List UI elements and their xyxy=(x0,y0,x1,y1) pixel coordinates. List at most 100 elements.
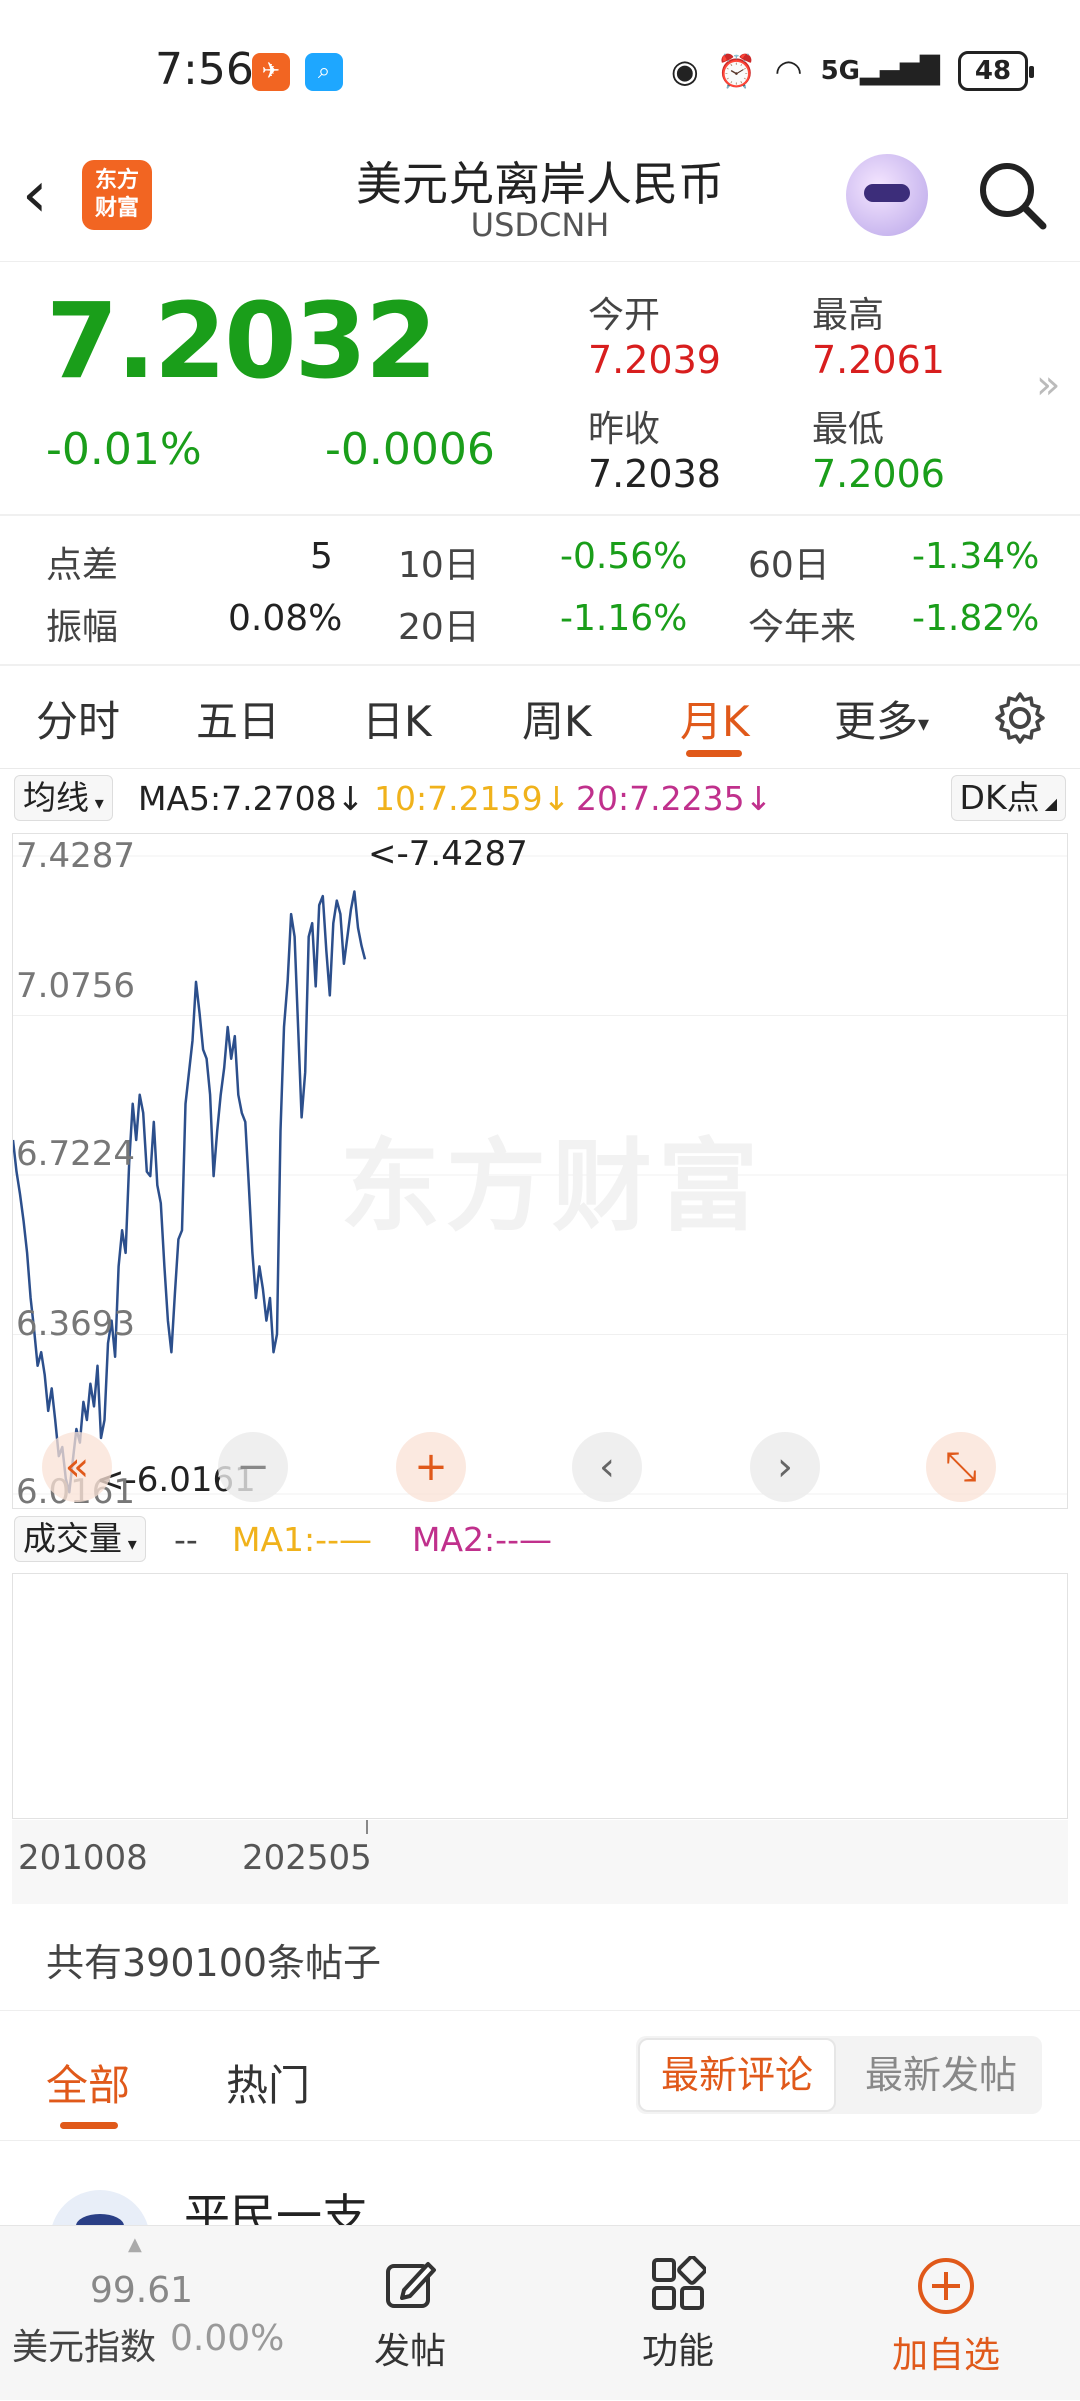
tab-daily-k[interactable]: 日K xyxy=(362,688,432,749)
battery-icon: 48 xyxy=(958,51,1034,91)
volume-legend: 成交量 ▾ -- MA1:--— MA2:--— xyxy=(14,1516,1066,1564)
grid-icon xyxy=(652,2255,707,2310)
ma-legend: 均线 ▾ MA5:7.2708↓ 10:7.2159↓ 20:7.2235↓ D… xyxy=(14,775,1066,823)
low-label: 最低 xyxy=(812,409,885,450)
sort-latest-post-button[interactable]: 最新发帖 xyxy=(846,2038,1036,2112)
dollar-index-widget[interactable]: ▲ 99.61 美元指数 0.00% xyxy=(0,2226,284,2401)
amplitude-label: 振幅 xyxy=(46,607,119,648)
volume-ma2: MA2:--— xyxy=(412,1520,552,1559)
index-name: 美元指数 xyxy=(12,2327,157,2368)
header: ‹ 东方 财富 美元兑离岸人民币 USDCNH xyxy=(0,140,1080,262)
wifi-icon: ◠ xyxy=(774,52,803,90)
ma10-value: 10:7.2159↓ xyxy=(374,779,571,818)
divider xyxy=(0,514,1080,516)
index-change: 0.00% xyxy=(170,2318,285,2359)
volume-chart[interactable] xyxy=(12,1573,1068,1819)
tab-intraday[interactable]: 分时 xyxy=(36,688,120,749)
ytd-value: -1.82% xyxy=(912,598,1040,639)
comment-tab-indicator xyxy=(60,2122,118,2129)
search-app-notification-icon: ⌕ xyxy=(305,53,343,91)
spread-value: 5 xyxy=(310,536,333,577)
post-button[interactable]: 发帖 xyxy=(330,2256,490,2374)
indicator-dropdown[interactable]: 均线 ▾ xyxy=(14,775,113,821)
x-tick: 202505 xyxy=(242,1838,372,1878)
eye-icon: ◉ xyxy=(670,52,699,90)
d10-label: 10日 xyxy=(398,545,480,586)
change-percent: -0.01% xyxy=(46,424,202,475)
post-button-label: 发帖 xyxy=(373,2331,446,2372)
plus-circle-icon xyxy=(918,2258,974,2314)
x-axis xyxy=(12,1820,1068,1904)
search-icon[interactable] xyxy=(975,158,1049,232)
alarm-icon: ⏰ xyxy=(716,52,757,90)
zoom-out-button[interactable]: − xyxy=(218,1432,288,1502)
current-price: 7.2032 xyxy=(46,280,437,402)
assistant-avatar-icon[interactable] xyxy=(846,154,928,236)
amplitude-value: 0.08% xyxy=(228,598,343,639)
spread-label: 点差 xyxy=(46,545,119,586)
scroll-right-button[interactable]: › xyxy=(750,1432,820,1502)
x-axis-tick xyxy=(366,1820,368,1834)
x-tick: 201008 xyxy=(18,1838,148,1878)
tab-monthly-k[interactable]: 月K xyxy=(680,688,750,749)
volume-ma1: MA1:--— xyxy=(232,1520,372,1559)
tab-all-posts[interactable]: 全部 xyxy=(46,2052,130,2113)
ytd-label: 今年来 xyxy=(748,607,857,648)
open-label: 今开 xyxy=(588,295,661,336)
change-value: -0.0006 xyxy=(325,424,495,475)
rewind-button[interactable]: « xyxy=(42,1432,112,1502)
high-label: 最高 xyxy=(812,295,885,336)
more-quote-button[interactable]: » xyxy=(1036,362,1060,408)
low-value: 7.2006 xyxy=(812,452,945,496)
system-icons: ◉ ⏰ ◠ 5G▂▄▆█ 48 xyxy=(670,46,1034,96)
open-value: 7.2039 xyxy=(588,338,721,382)
divider xyxy=(0,2140,1080,2141)
scroll-left-button[interactable]: ‹ xyxy=(572,1432,642,1502)
caret-up-icon: ▲ xyxy=(128,2234,142,2255)
add-watchlist-button[interactable]: 加自选 xyxy=(866,2256,1026,2378)
dk-point-button[interactable]: DK点 ◢ xyxy=(950,775,1066,821)
tab-more[interactable]: 更多▾ xyxy=(834,688,929,749)
divider xyxy=(0,768,1080,769)
ma5-value: MA5:7.2708↓ xyxy=(138,779,365,818)
status-bar: 7:56 ✈ ⌕ ◉ ⏰ ◠ 5G▂▄▆█ 48 xyxy=(0,0,1080,140)
signal-icon: 5G▂▄▆█ xyxy=(820,56,940,86)
y-tick: 6.7224 xyxy=(16,1134,135,1174)
tab-weekly-k[interactable]: 周K xyxy=(522,688,592,749)
add-watchlist-label: 加自选 xyxy=(891,2335,1000,2376)
status-time: 7:56 xyxy=(155,44,254,95)
d60-label: 60日 xyxy=(748,545,830,586)
divider xyxy=(0,2010,1080,2011)
volume-value: -- xyxy=(174,1520,198,1559)
d20-label: 20日 xyxy=(398,607,480,648)
max-marker: <-7.4287 xyxy=(368,834,528,874)
d60-value: -1.34% xyxy=(912,536,1040,577)
d10-value: -0.56% xyxy=(560,536,688,577)
index-value: 99.61 xyxy=(90,2270,194,2311)
divider xyxy=(0,664,1080,666)
y-tick: 6.3693 xyxy=(16,1304,135,1344)
tab-active-indicator xyxy=(686,750,742,757)
functions-button[interactable]: 功能 xyxy=(598,2255,758,2374)
bottom-bar: ▲ 99.61 美元指数 0.00% 发帖 功能 加自选 xyxy=(0,2225,1080,2400)
prev-close-label: 昨收 xyxy=(588,409,661,450)
high-value: 7.2061 xyxy=(812,338,945,382)
functions-button-label: 功能 xyxy=(641,2331,714,2372)
app-notification-icon: ✈ xyxy=(252,53,290,91)
d20-value: -1.16% xyxy=(560,598,688,639)
y-tick: 7.0756 xyxy=(16,966,135,1006)
sort-latest-comment-button[interactable]: 最新评论 xyxy=(638,2038,836,2112)
post-count: 共有390100条帖子 xyxy=(46,1941,382,1985)
watermark: 东方财富 xyxy=(340,1128,764,1245)
ma20-value: 20:7.2235↓ xyxy=(576,779,773,818)
prev-close-value: 7.2038 xyxy=(588,452,721,496)
fullscreen-button[interactable]: ⤡ xyxy=(926,1432,996,1502)
zoom-in-button[interactable]: + xyxy=(396,1432,466,1502)
gear-icon[interactable] xyxy=(992,690,1048,746)
tab-hot-posts[interactable]: 热门 xyxy=(226,2052,310,2113)
sort-toggle: 最新评论 最新发帖 xyxy=(636,2036,1042,2114)
volume-dropdown[interactable]: 成交量 ▾ xyxy=(14,1516,146,1562)
tab-five-day[interactable]: 五日 xyxy=(196,688,280,749)
edit-icon xyxy=(386,2262,436,2308)
y-tick: 7.4287 xyxy=(16,836,135,876)
